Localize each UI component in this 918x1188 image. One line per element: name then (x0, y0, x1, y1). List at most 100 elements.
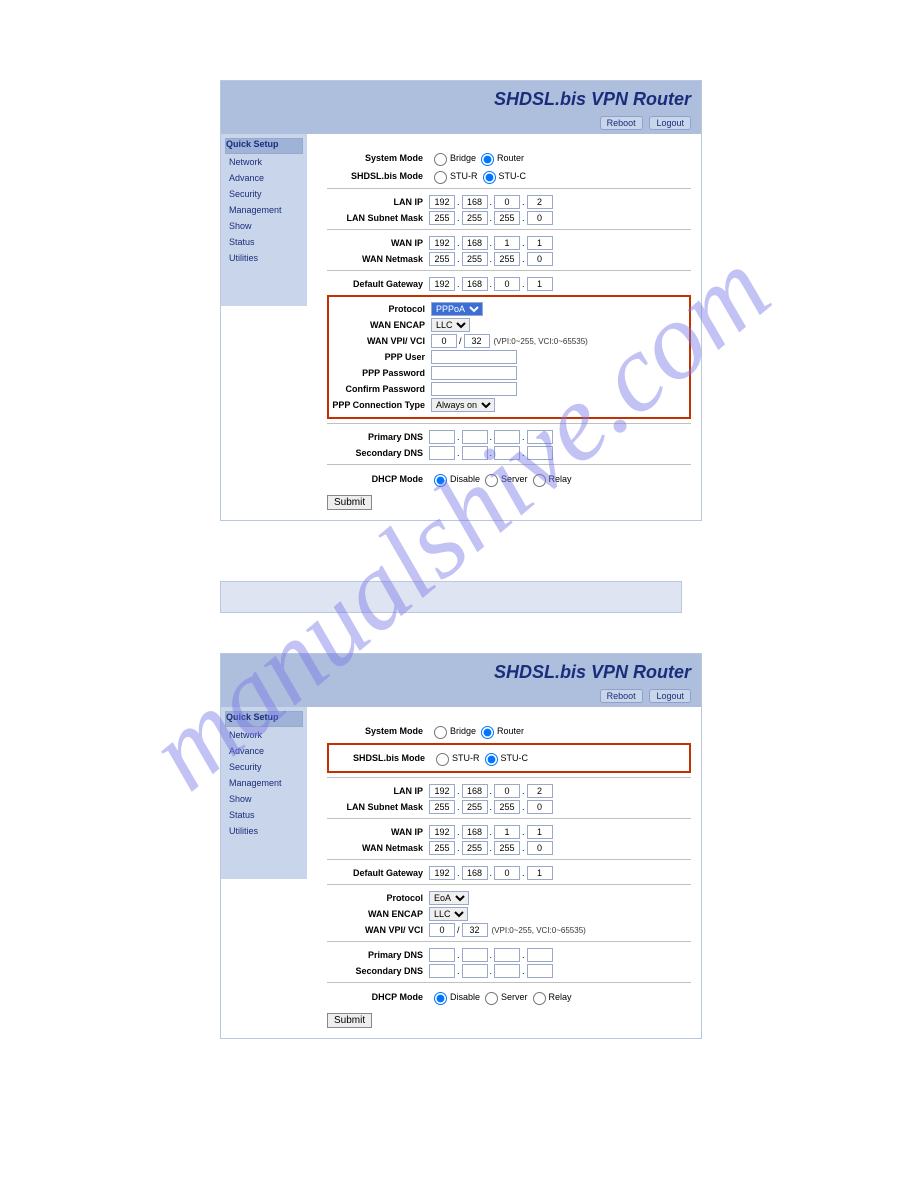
sdns-3[interactable] (494, 964, 520, 978)
logout-button[interactable]: Logout (649, 116, 691, 130)
lan-mask-3[interactable] (494, 800, 520, 814)
gw-3[interactable] (494, 277, 520, 291)
ppp-user-input[interactable] (431, 350, 517, 364)
wan-ip-2[interactable] (462, 236, 488, 250)
wan-mask-2[interactable] (462, 252, 488, 266)
sdns-1[interactable] (429, 446, 455, 460)
sidebar-item-security[interactable]: Security (225, 759, 303, 775)
lan-ip-3[interactable] (494, 784, 520, 798)
radio-bridge[interactable] (434, 153, 447, 166)
wan-mask-3[interactable] (494, 252, 520, 266)
wan-mask-4[interactable] (527, 841, 553, 855)
wan-mask-2[interactable] (462, 841, 488, 855)
radio-stur[interactable] (434, 171, 447, 184)
gw-2[interactable] (462, 277, 488, 291)
sidebar-item-advance[interactable]: Advance (225, 743, 303, 759)
sidebar-item-quick-setup[interactable]: Quick Setup (225, 138, 303, 154)
pdns-3[interactable] (494, 430, 520, 444)
wan-ip-4[interactable] (527, 825, 553, 839)
reboot-button[interactable]: Reboot (600, 116, 643, 130)
wan-ip-1[interactable] (429, 236, 455, 250)
confirm-pass-input[interactable] (431, 382, 517, 396)
lan-ip-2[interactable] (462, 195, 488, 209)
radio-router[interactable] (481, 153, 494, 166)
sidebar-item-utilities[interactable]: Utilities (225, 823, 303, 839)
wan-ip-4[interactable] (527, 236, 553, 250)
radio-stuc[interactable] (485, 753, 498, 766)
pdns-4[interactable] (527, 948, 553, 962)
vci-input[interactable] (464, 334, 490, 348)
gw-4[interactable] (527, 277, 553, 291)
sidebar-item-status[interactable]: Status (225, 234, 303, 250)
wan-ip-2[interactable] (462, 825, 488, 839)
sidebar-item-management[interactable]: Management (225, 202, 303, 218)
sdns-2[interactable] (462, 964, 488, 978)
sidebar-item-show[interactable]: Show (225, 791, 303, 807)
sidebar-item-management[interactable]: Management (225, 775, 303, 791)
wan-mask-1[interactable] (429, 252, 455, 266)
submit-button[interactable]: Submit (327, 495, 372, 510)
radio-dhcp-disable[interactable] (434, 474, 447, 487)
wan-ip-3[interactable] (494, 236, 520, 250)
sdns-3[interactable] (494, 446, 520, 460)
sidebar-item-advance[interactable]: Advance (225, 170, 303, 186)
lan-ip-4[interactable] (527, 784, 553, 798)
sdns-4[interactable] (527, 446, 553, 460)
lan-ip-1[interactable] (429, 195, 455, 209)
pdns-3[interactable] (494, 948, 520, 962)
lan-ip-2[interactable] (462, 784, 488, 798)
logout-button[interactable]: Logout (649, 689, 691, 703)
lan-mask-2[interactable] (462, 211, 488, 225)
sidebar-item-show[interactable]: Show (225, 218, 303, 234)
wan-ip-1[interactable] (429, 825, 455, 839)
select-protocol[interactable]: EoA (429, 891, 469, 905)
select-encap[interactable]: LLC (431, 318, 470, 332)
vpi-input[interactable] (431, 334, 457, 348)
reboot-button[interactable]: Reboot (600, 689, 643, 703)
sdns-4[interactable] (527, 964, 553, 978)
sdns-1[interactable] (429, 964, 455, 978)
vci-input[interactable] (462, 923, 488, 937)
lan-mask-1[interactable] (429, 211, 455, 225)
lan-ip-1[interactable] (429, 784, 455, 798)
lan-mask-4[interactable] (527, 800, 553, 814)
pdns-1[interactable] (429, 430, 455, 444)
pdns-2[interactable] (462, 948, 488, 962)
lan-mask-3[interactable] (494, 211, 520, 225)
wan-mask-1[interactable] (429, 841, 455, 855)
sidebar-item-security[interactable]: Security (225, 186, 303, 202)
radio-router[interactable] (481, 726, 494, 739)
wan-mask-4[interactable] (527, 252, 553, 266)
sidebar-item-network[interactable]: Network (225, 727, 303, 743)
gw-1[interactable] (429, 277, 455, 291)
radio-stur[interactable] (436, 753, 449, 766)
lan-mask-1[interactable] (429, 800, 455, 814)
pdns-2[interactable] (462, 430, 488, 444)
lan-mask-4[interactable] (527, 211, 553, 225)
lan-ip-4[interactable] (527, 195, 553, 209)
select-ppp-conn[interactable]: Always on (431, 398, 495, 412)
radio-bridge[interactable] (434, 726, 447, 739)
pdns-1[interactable] (429, 948, 455, 962)
pdns-4[interactable] (527, 430, 553, 444)
radio-dhcp-disable[interactable] (434, 992, 447, 1005)
radio-dhcp-server[interactable] (485, 474, 498, 487)
radio-dhcp-relay[interactable] (533, 474, 546, 487)
select-encap[interactable]: LLC (429, 907, 468, 921)
gw-1[interactable] (429, 866, 455, 880)
lan-mask-2[interactable] (462, 800, 488, 814)
ppp-pass-input[interactable] (431, 366, 517, 380)
radio-stuc[interactable] (483, 171, 496, 184)
submit-button[interactable]: Submit (327, 1013, 372, 1028)
select-protocol[interactable]: PPPoA (431, 302, 483, 316)
sidebar-item-network[interactable]: Network (225, 154, 303, 170)
sidebar-item-status[interactable]: Status (225, 807, 303, 823)
radio-dhcp-relay[interactable] (533, 992, 546, 1005)
lan-ip-3[interactable] (494, 195, 520, 209)
wan-ip-3[interactable] (494, 825, 520, 839)
radio-dhcp-server[interactable] (485, 992, 498, 1005)
wan-mask-3[interactable] (494, 841, 520, 855)
gw-4[interactable] (527, 866, 553, 880)
sidebar-item-quick-setup[interactable]: Quick Setup (225, 711, 303, 727)
sidebar-item-utilities[interactable]: Utilities (225, 250, 303, 266)
